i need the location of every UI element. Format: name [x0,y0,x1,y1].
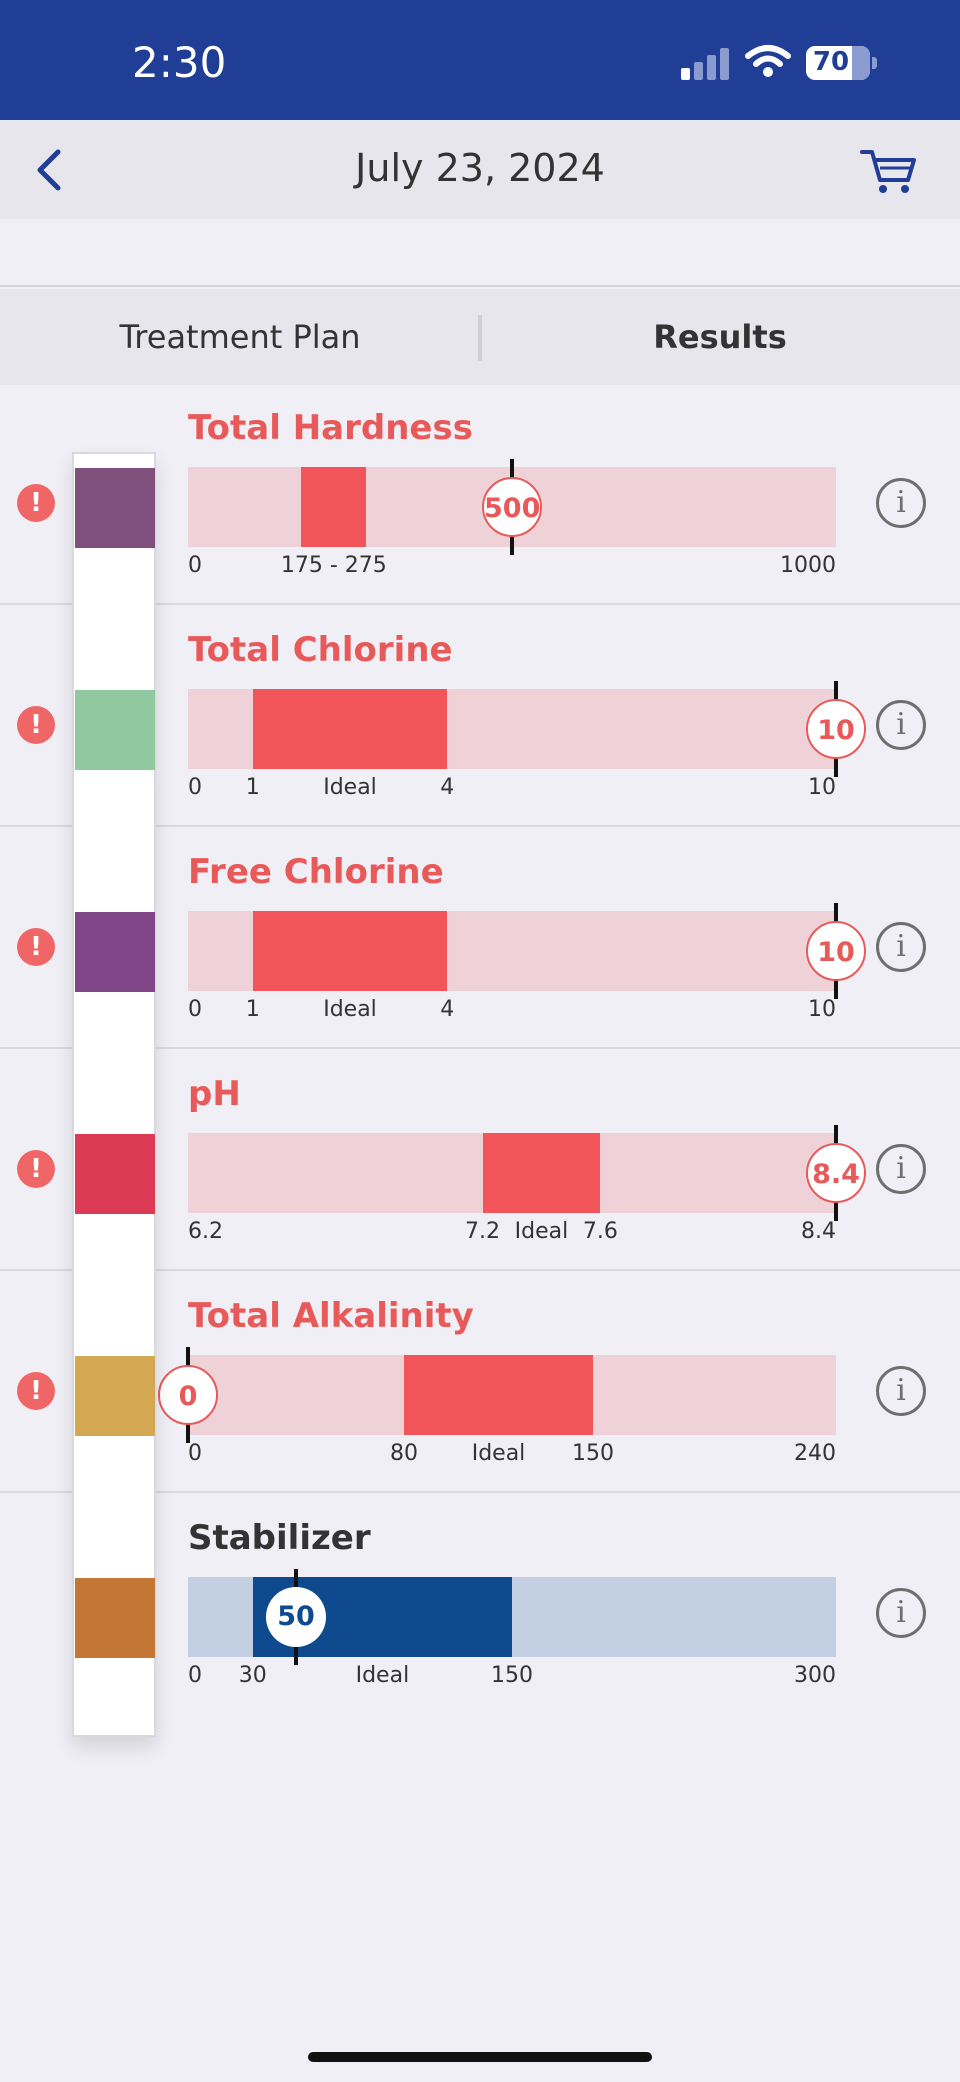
range-labels: 6.2 7.2 Ideal 7.6 8.4 [188,1219,836,1249]
range-label: 10 [808,775,836,800]
range-bar: 10 [188,903,866,999]
result-title: pH [188,1074,241,1114]
range-label: 150 [572,1441,614,1466]
range-bar: 500 [188,459,836,555]
result-title: Stabilizer [188,1518,371,1558]
result-title: Total Alkalinity [188,1296,474,1336]
tab-treatment-plan[interactable]: Treatment Plan [0,289,480,385]
ideal-range [252,911,448,991]
tab-results[interactable]: Results [480,289,960,385]
battery-icon: 70 [806,46,877,80]
wifi-icon [745,45,791,77]
ideal-range [301,467,367,547]
strip-pad-ph [75,1134,155,1214]
home-indicator [308,2052,652,2062]
reading-value: 0 [158,1365,218,1425]
battery-level: 70 [812,47,850,77]
range-label: 0 [188,1663,202,1688]
ideal-range [252,689,448,769]
range-label: 10 [808,997,836,1022]
range-label: Ideal [514,1219,569,1244]
range-label: Ideal [471,1441,526,1466]
info-button[interactable]: i [876,478,926,528]
range-label: 4 [440,997,455,1022]
strip-pad-total-hardness [75,468,155,548]
alert-icon: ! [17,1150,55,1188]
range-label: 7.6 [582,1219,618,1244]
alert-icon: ! [17,484,55,522]
header-spacer [0,219,960,287]
info-button[interactable]: i [876,922,926,972]
page-title: July 23, 2024 [355,146,605,190]
result-title: Total Hardness [188,408,473,448]
reading-value: 8.4 [806,1143,866,1203]
strip-pad-total-chlorine [75,690,155,770]
range-label: 150 [491,1663,533,1688]
range-label: 175 - 275 [280,553,387,578]
range-labels: 0 80 Ideal 150 240 [188,1441,836,1471]
range-bar: 10 [188,681,866,777]
result-title: Total Chlorine [188,630,453,670]
range-bar: 8.4 [188,1125,866,1221]
range-label: 7.2 [465,1219,501,1244]
range-label: 1 [245,997,260,1022]
alert-icon: ! [17,1372,55,1410]
alert-icon: ! [17,928,55,966]
range-label: 0 [188,1441,202,1466]
strip-pad-free-chlorine [75,912,155,992]
range-label: Ideal [323,775,377,800]
alert-icon: ! [17,706,55,744]
range-bar: 50 [188,1569,836,1665]
info-button[interactable]: i [876,700,926,750]
reading-value: 50 [266,1587,326,1647]
info-button[interactable]: i [876,1366,926,1416]
range-label: Ideal [355,1663,410,1688]
range-labels: 0 1 Ideal 4 10 [188,997,836,1027]
strip-pad-total-alkalinity [75,1356,155,1436]
reading-value: 10 [806,699,866,759]
info-button[interactable]: i [876,1588,926,1638]
range-labels: 0 1 Ideal 4 10 [188,775,836,805]
range-label: 0 [188,553,202,578]
range-label: 30 [238,1663,267,1688]
range-bar: 0 [158,1347,836,1443]
range-label: 80 [390,1441,418,1466]
ideal-range [404,1355,593,1435]
range-label: 240 [794,1441,836,1466]
range-label: 300 [794,1663,836,1688]
segmented-tabs: Treatment Plan Results [0,289,960,385]
test-strip [72,452,156,1737]
range-label: 1000 [780,553,836,578]
reading-value: 10 [806,921,866,981]
reading-value: 500 [482,477,542,537]
range-label: 4 [440,775,455,800]
range-labels: 0 175 - 275 1000 [188,553,836,583]
range-label: 8.4 [801,1219,836,1244]
nav-header: July 23, 2024 [0,120,960,219]
ideal-range [482,1133,601,1213]
status-bar: 2:30 70 [0,0,960,120]
strip-pad-stabilizer [75,1578,155,1658]
info-button[interactable]: i [876,1144,926,1194]
result-title: Free Chlorine [188,852,444,892]
range-labels: 0 30 Ideal 150 300 [188,1663,836,1693]
range-label: 6.2 [188,1219,223,1244]
cart-icon[interactable] [858,142,918,198]
status-time: 2:30 [132,38,227,87]
cellular-signal-icon [681,46,731,80]
range-label: 1 [245,775,260,800]
range-label: 0 [188,775,202,800]
range-label: Ideal [323,997,377,1022]
range-label: 0 [188,997,202,1022]
